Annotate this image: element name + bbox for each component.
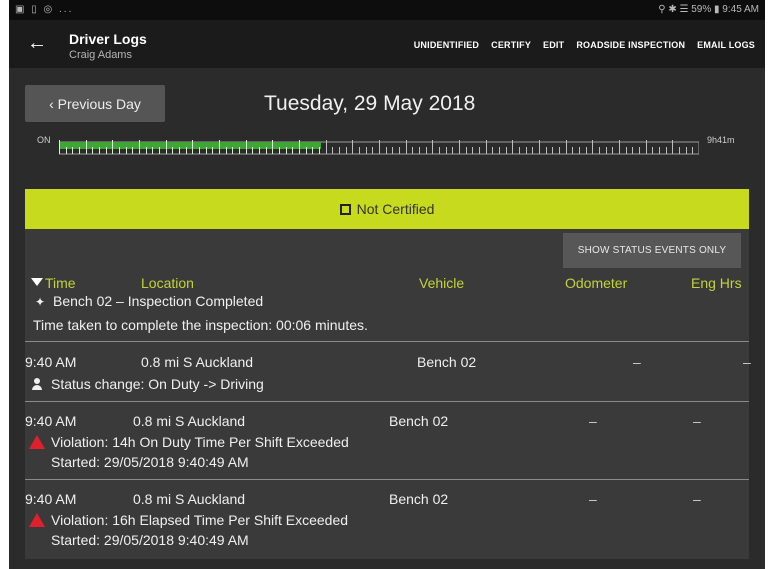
email-logs-action[interactable]: EMAIL LOGS <box>697 40 755 50</box>
row-event: Status change: On Duty -> Driving <box>31 376 264 392</box>
column-headers: Time Location Vehicle Odometer Eng Hrs <box>25 275 749 293</box>
page-title: Driver Logs <box>69 31 147 47</box>
row-vehicle: Bench 02 <box>389 491 449 507</box>
row-started: Started: 29/05/2018 9:40:49 AM <box>51 454 249 470</box>
certification-status: Not Certified <box>356 201 435 217</box>
sparkle-icon: ✦ <box>34 295 46 309</box>
event-text: Violation: 16h Elapsed Time Per Shift Ex… <box>51 512 349 528</box>
sort-down-icon <box>31 278 43 286</box>
header-location[interactable]: Location <box>141 275 194 291</box>
row-eng-hrs: – <box>693 413 701 429</box>
system-status-indicators: ⚲ ✱ ☰ 59% ▮ 9:45 AM <box>658 4 759 15</box>
log-row[interactable]: 9:40 AM 0.8 mi S Auckland Bench 02 – – V… <box>25 401 749 479</box>
back-arrow-icon[interactable]: ← <box>27 32 47 55</box>
checkbox-icon[interactable] <box>339 203 351 215</box>
row-time: 9:40 AM <box>25 413 77 429</box>
inspection-title: Bench 02 – Inspection Completed <box>53 293 264 309</box>
warning-icon <box>29 435 45 449</box>
row-odometer: – <box>589 413 597 429</box>
date-title: Tuesday, 29 May 2018 <box>264 92 476 115</box>
row-odometer: – <box>589 491 597 507</box>
duty-timeline <box>59 140 699 155</box>
row-location: 0.8 mi S Auckland <box>141 354 254 370</box>
title-block: Driver Logs Craig Adams <box>69 31 147 61</box>
header-odometer[interactable]: Odometer <box>565 275 627 291</box>
previous-day-button[interactable]: ‹ Previous Day <box>25 85 165 122</box>
inspection-event[interactable]: ✦ Bench 02 – Inspection Completed <box>33 293 263 309</box>
system-status-bar: ▣ ▯ ◎ ... ⚲ ✱ ☰ 59% ▮ 9:45 AM <box>9 0 765 20</box>
driver-name: Craig Adams <box>69 49 132 61</box>
row-vehicle: Bench 02 <box>389 413 449 429</box>
row-location: 0.8 mi S Auckland <box>133 413 246 429</box>
row-eng-hrs: – <box>693 491 701 507</box>
row-event: Violation: 14h On Duty Time Per Shift Ex… <box>29 434 349 450</box>
notification-icons: ▣ ▯ ◎ ... <box>15 4 74 15</box>
log-row[interactable]: 9:40 AM 0.8 mi S Auckland Bench 02 – – S… <box>25 341 751 401</box>
app-bar: ← Driver Logs Craig Adams UNIDENTIFIED C… <box>9 20 765 68</box>
person-icon <box>31 378 43 390</box>
timeline-total-label: 9h41m <box>707 135 735 145</box>
row-time: 9:40 AM <box>25 491 77 507</box>
unidentified-action[interactable]: UNIDENTIFIED <box>414 40 479 50</box>
header-eng-hrs[interactable]: Eng Hrs <box>691 275 742 291</box>
show-status-events-button[interactable]: SHOW STATUS EVENTS ONLY <box>563 233 741 268</box>
row-event: Violation: 16h Elapsed Time Per Shift Ex… <box>29 512 348 528</box>
certify-action[interactable]: CERTIFY <box>491 40 531 50</box>
log-row[interactable]: 9:40 AM 0.8 mi S Auckland Bench 02 – – V… <box>25 479 749 559</box>
row-odometer: – <box>633 354 641 370</box>
warning-icon <box>29 513 45 527</box>
log-list: SHOW STATUS EVENTS ONLY Time Location Ve… <box>25 229 751 559</box>
app-frame: ▣ ▯ ◎ ... ⚲ ✱ ☰ 59% ▮ 9:45 AM ← Driver L… <box>9 0 765 569</box>
action-menu: UNIDENTIFIED CERTIFY EDIT ROADSIDE INSPE… <box>414 40 755 50</box>
row-time: 9:40 AM <box>25 354 77 370</box>
edit-action[interactable]: EDIT <box>543 40 564 50</box>
row-eng-hrs: – <box>743 354 751 370</box>
row-location: 0.8 mi S Auckland <box>133 491 246 507</box>
header-vehicle[interactable]: Vehicle <box>419 275 464 291</box>
inspection-detail: Time taken to complete the inspection: 0… <box>33 317 368 333</box>
row-started: Started: 29/05/2018 9:40:49 AM <box>51 532 249 548</box>
row-vehicle: Bench 02 <box>417 354 477 370</box>
event-text: Status change: On Duty -> Driving <box>51 376 264 392</box>
on-duty-segment <box>59 142 321 149</box>
header-time[interactable]: Time <box>31 275 76 291</box>
event-text: Violation: 14h On Duty Time Per Shift Ex… <box>51 434 349 450</box>
roadside-inspection-action[interactable]: ROADSIDE INSPECTION <box>576 40 685 50</box>
certification-bar[interactable]: Not Certified <box>25 189 749 229</box>
timeline-start-label: ON <box>37 135 51 145</box>
